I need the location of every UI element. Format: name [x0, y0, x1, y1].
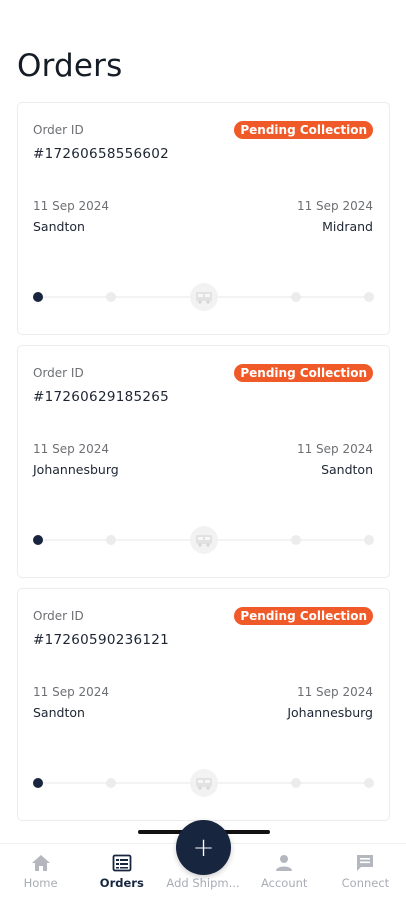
delivery-location: Sandton: [321, 462, 373, 477]
nav-label: Home: [23, 876, 58, 890]
shipment-progress-tracker: [33, 526, 374, 554]
nav-label: Orders: [99, 876, 144, 890]
status-badge: Pending Collection: [234, 364, 373, 382]
chat-icon: [355, 852, 375, 874]
nav-connect[interactable]: Connect: [325, 844, 406, 900]
pickup-location: Johannesburg: [33, 462, 119, 477]
shipment-progress-tracker: [33, 283, 374, 311]
progress-step-dot: [33, 535, 43, 545]
progress-step-dot: [33, 778, 43, 788]
status-badge: Pending Collection: [234, 607, 373, 625]
delivery-location: Johannesburg: [287, 705, 373, 720]
orders-list: Order ID Pending Collection #17260658556…: [17, 102, 390, 831]
page-title: Orders: [17, 48, 123, 84]
add-shipment-button[interactable]: +: [176, 820, 231, 875]
pickup-date: 11 Sep 2024: [33, 685, 110, 699]
truck-icon: [190, 526, 218, 554]
order-id-label: Order ID: [33, 609, 84, 623]
pickup-date: 11 Sep 2024: [33, 442, 110, 456]
delivery-location: Midrand: [322, 219, 373, 234]
delivery-date: 11 Sep 2024: [296, 442, 373, 456]
nav-account[interactable]: Account: [244, 844, 325, 900]
nav-orders[interactable]: Orders: [81, 844, 162, 900]
status-badge: Pending Collection: [234, 121, 373, 139]
progress-step-dot: [106, 535, 116, 545]
home-icon: [31, 852, 51, 874]
pickup-location: Sandton: [33, 705, 85, 720]
truck-icon: [190, 769, 218, 797]
progress-step-dot: [291, 778, 301, 788]
progress-step-dot: [364, 778, 374, 788]
progress-step-dot: [33, 292, 43, 302]
order-card[interactable]: Order ID Pending Collection #17260629185…: [17, 345, 390, 578]
order-card[interactable]: Order ID Pending Collection #17260658556…: [17, 102, 390, 335]
progress-step-dot: [364, 535, 374, 545]
nav-label: Add Shipm...: [166, 876, 240, 890]
order-number: #17260658556602: [33, 146, 170, 162]
progress-step-dot: [364, 292, 374, 302]
order-number: #17260629185265: [33, 389, 170, 405]
order-number: #17260590236121: [33, 632, 170, 648]
nav-home[interactable]: Home: [0, 844, 81, 900]
orders-icon: [112, 852, 132, 874]
order-card[interactable]: Order ID Pending Collection #17260590236…: [17, 588, 390, 821]
pickup-date: 11 Sep 2024: [33, 199, 110, 213]
delivery-date: 11 Sep 2024: [296, 199, 373, 213]
order-id-label: Order ID: [33, 366, 84, 380]
progress-step-dot: [291, 535, 301, 545]
progress-step-dot: [291, 292, 301, 302]
order-id-label: Order ID: [33, 123, 84, 137]
truck-icon: [190, 283, 218, 311]
nav-label: Account: [260, 876, 308, 890]
nav-label: Connect: [341, 876, 390, 890]
progress-step-dot: [106, 778, 116, 788]
delivery-date: 11 Sep 2024: [296, 685, 373, 699]
pickup-location: Sandton: [33, 219, 85, 234]
shipment-progress-tracker: [33, 769, 374, 797]
progress-step-dot: [106, 292, 116, 302]
account-icon: [274, 852, 294, 874]
